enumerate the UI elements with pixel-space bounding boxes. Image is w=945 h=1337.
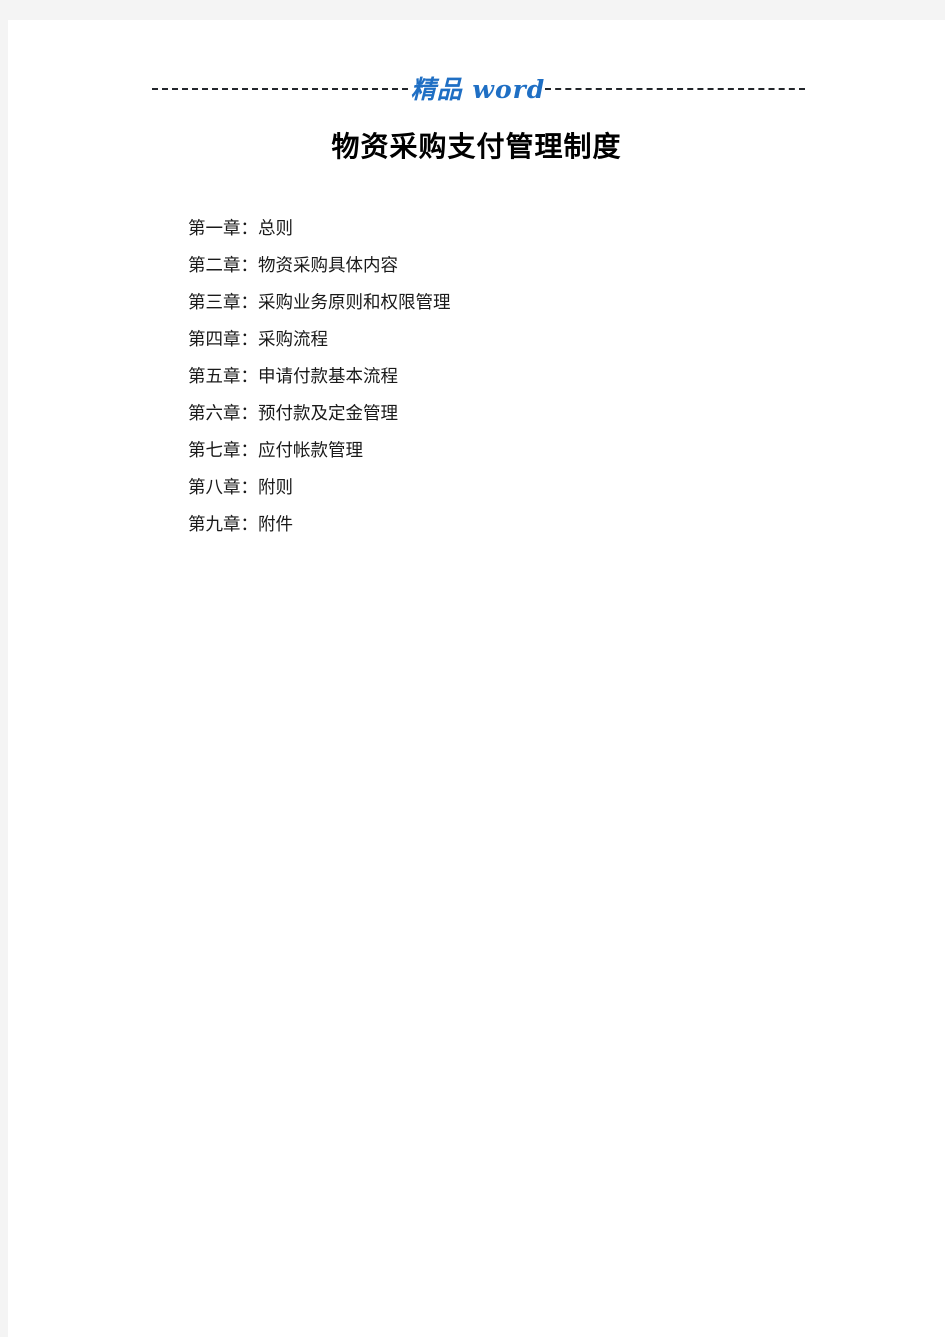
page-title: 物资采购支付管理制度 (331, 132, 622, 163)
toc-chapter-title: 附则 (258, 477, 293, 497)
dashed-rule-left (152, 88, 408, 90)
document-page: 精品 word 物资采购支付管理制度 第一章：总则 第二章：物资采购具体内容 第… (8, 20, 945, 1337)
toc-chapter-title: 申请付款基本流程 (258, 366, 398, 386)
watermark-label: 精品 word (410, 75, 546, 104)
table-of-contents: 第一章：总则 第二章：物资采购具体内容 第三章：采购业务原则和权限管理 第四章：… (188, 210, 888, 543)
toc-entry: 第二章：物资采购具体内容 (188, 247, 888, 284)
toc-chapter-label: 第五章： (188, 366, 258, 386)
toc-entry: 第九章：附件 (188, 506, 888, 543)
toc-chapter-title: 总则 (258, 218, 293, 238)
toc-entry: 第四章：采购流程 (188, 321, 888, 358)
toc-chapter-label: 第一章： (188, 218, 258, 238)
toc-chapter-label: 第七章： (188, 440, 258, 460)
toc-chapter-label: 第三章： (188, 292, 258, 312)
toc-chapter-label: 第九章： (188, 514, 258, 534)
toc-entry: 第八章：附则 (188, 469, 888, 506)
toc-chapter-title: 采购业务原则和权限管理 (258, 292, 451, 312)
toc-chapter-label: 第四章： (188, 329, 258, 349)
toc-chapter-title: 采购流程 (258, 329, 328, 349)
watermark-band: 精品 word (8, 68, 945, 122)
toc-chapter-title: 应付帐款管理 (258, 440, 363, 460)
toc-entry: 第一章：总则 (188, 210, 888, 247)
toc-chapter-label: 第六章： (188, 403, 258, 423)
toc-chapter-title: 物资采购具体内容 (258, 255, 398, 275)
toc-entry: 第三章：采购业务原则和权限管理 (188, 284, 888, 321)
dashed-rule-right (545, 88, 805, 90)
toc-chapter-title: 预付款及定金管理 (258, 403, 398, 423)
toc-chapter-label: 第八章： (188, 477, 258, 497)
toc-chapter-title: 附件 (258, 514, 293, 534)
toc-entry: 第七章：应付帐款管理 (188, 432, 888, 469)
toc-entry: 第六章：预付款及定金管理 (188, 395, 888, 432)
toc-chapter-label: 第二章： (188, 255, 258, 275)
toc-entry: 第五章：申请付款基本流程 (188, 358, 888, 395)
